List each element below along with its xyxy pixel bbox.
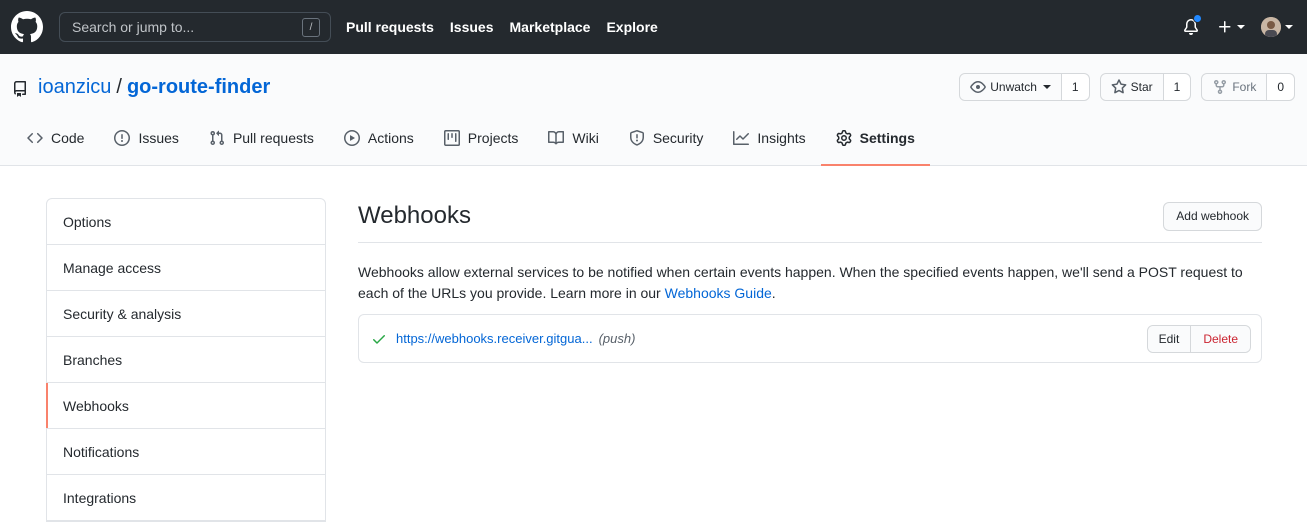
sidebar-item-integrations[interactable]: Integrations [47, 475, 325, 521]
star-label: Star [1130, 80, 1153, 94]
unread-indicator [1193, 14, 1202, 23]
global-header: Search or jump to... / Pull requests Iss… [0, 0, 1307, 54]
nav-marketplace[interactable]: Marketplace [510, 19, 591, 35]
tab-label: Security [652, 130, 704, 146]
avatar [1261, 17, 1281, 37]
repo-title-separator: / [116, 76, 122, 98]
tab-label: Wiki [572, 130, 599, 146]
watch-button-group: Unwatch 1 [959, 73, 1090, 101]
user-menu[interactable] [1261, 17, 1293, 37]
sidebar-item-security-analysis[interactable]: Security & analysis [47, 291, 325, 337]
webhook-actions: Edit Delete [1146, 324, 1251, 353]
repo-actions: Unwatch 1 Star 1 Fork 0 [949, 73, 1295, 101]
tab-actions[interactable]: Actions [329, 112, 429, 166]
tab-label: Code [51, 130, 85, 146]
star-button-group: Star 1 [1099, 73, 1192, 101]
settings-sidebar: Options Manage access Security & analysi… [46, 198, 326, 522]
tab-wiki[interactable]: Wiki [533, 112, 613, 166]
tab-label: Issues [138, 130, 179, 146]
webhook-url-link[interactable]: https://webhooks.receiver.gitgua... [396, 331, 593, 346]
repo-icon [13, 80, 26, 97]
repo-title: ioanzicu / go-route-finder [12, 76, 270, 99]
tab-insights[interactable]: Insights [718, 112, 820, 166]
gear-icon [836, 130, 852, 146]
eye-icon [970, 81, 987, 93]
stars-count[interactable]: 1 [1163, 74, 1191, 100]
fork-button[interactable]: Fork [1202, 74, 1268, 100]
chevron-down-icon [1285, 25, 1293, 29]
pull-request-icon [210, 130, 224, 146]
graph-icon [733, 131, 750, 145]
plus-icon [1219, 21, 1231, 33]
nav-explore[interactable]: Explore [606, 19, 657, 35]
shield-icon [629, 130, 644, 146]
play-icon [343, 130, 360, 146]
watchers-count[interactable]: 1 [1061, 74, 1089, 100]
fork-label: Fork [1232, 80, 1257, 94]
search-placeholder: Search or jump to... [72, 19, 195, 35]
repo-tabs: Code Issues Pull requests Actions Projec… [12, 112, 930, 166]
add-webhook-button[interactable]: Add webhook [1163, 201, 1262, 231]
tab-label: Insights [757, 130, 806, 146]
search-input[interactable]: Search or jump to... / [59, 12, 331, 42]
repository-header: ioanzicu / go-route-finder Unwatch 1 Sta… [0, 54, 1307, 166]
tab-label: Settings [859, 130, 915, 146]
unwatch-button[interactable]: Unwatch [960, 74, 1062, 100]
global-nav: Pull requests Issues Marketplace Explore [346, 19, 674, 35]
fork-icon [1214, 80, 1227, 95]
subhead: Webhooks Add webhook [358, 198, 1262, 243]
tab-label: Pull requests [232, 130, 314, 146]
unwatch-label: Unwatch [990, 80, 1037, 94]
tab-code[interactable]: Code [12, 112, 99, 166]
star-icon [1111, 79, 1127, 94]
sidebar-item-webhooks[interactable]: Webhooks [46, 383, 325, 429]
tab-security[interactable]: Security [614, 112, 719, 166]
edit-webhook-button[interactable]: Edit [1147, 325, 1192, 352]
delete-webhook-button[interactable]: Delete [1191, 325, 1250, 352]
webhooks-panel: Webhooks Add webhook Webhooks allow exte… [358, 198, 1262, 363]
star-button[interactable]: Star [1100, 74, 1164, 100]
webhooks-description: Webhooks allow external services to be n… [358, 262, 1262, 304]
description-text: Webhooks allow external services to be n… [358, 264, 1243, 301]
notifications-bell-icon[interactable] [1183, 14, 1202, 35]
search-shortcut-key: / [302, 17, 320, 37]
chevron-down-icon [1237, 25, 1245, 29]
check-icon [373, 334, 385, 344]
github-logo-icon[interactable] [10, 10, 44, 44]
create-new-menu[interactable] [1217, 19, 1245, 35]
tab-issues[interactable]: Issues [99, 112, 193, 166]
webhooks-guide-link[interactable]: Webhooks Guide [665, 285, 772, 301]
project-icon [443, 130, 460, 146]
tab-label: Projects [467, 130, 519, 146]
sidebar-item-branches[interactable]: Branches [47, 337, 325, 383]
nav-pull-requests[interactable]: Pull requests [346, 19, 434, 35]
tab-label: Actions [367, 130, 414, 146]
sidebar-item-options[interactable]: Options [47, 199, 325, 245]
forks-count[interactable]: 0 [1267, 74, 1294, 100]
book-icon [548, 130, 565, 145]
nav-issues[interactable]: Issues [450, 19, 494, 35]
page-title: Webhooks [358, 202, 471, 229]
webhook-list-item: https://webhooks.receiver.gitgua... (pus… [358, 314, 1262, 363]
sidebar-item-manage-access[interactable]: Manage access [47, 245, 325, 291]
header-actions [1169, 0, 1293, 54]
webhook-events: (push) [598, 331, 636, 346]
tab-projects[interactable]: Projects [429, 112, 534, 166]
repo-name-link[interactable]: go-route-finder [127, 76, 270, 99]
chevron-down-icon [1042, 85, 1051, 89]
sidebar-item-notifications[interactable]: Notifications [47, 429, 325, 475]
issue-icon [114, 130, 131, 146]
description-end: . [771, 285, 776, 301]
repo-owner-link[interactable]: ioanzicu [38, 76, 111, 99]
fork-button-group: Fork 0 [1201, 73, 1295, 101]
code-icon [27, 132, 43, 144]
tab-pull-requests[interactable]: Pull requests [194, 112, 329, 166]
tab-settings[interactable]: Settings [820, 112, 930, 166]
